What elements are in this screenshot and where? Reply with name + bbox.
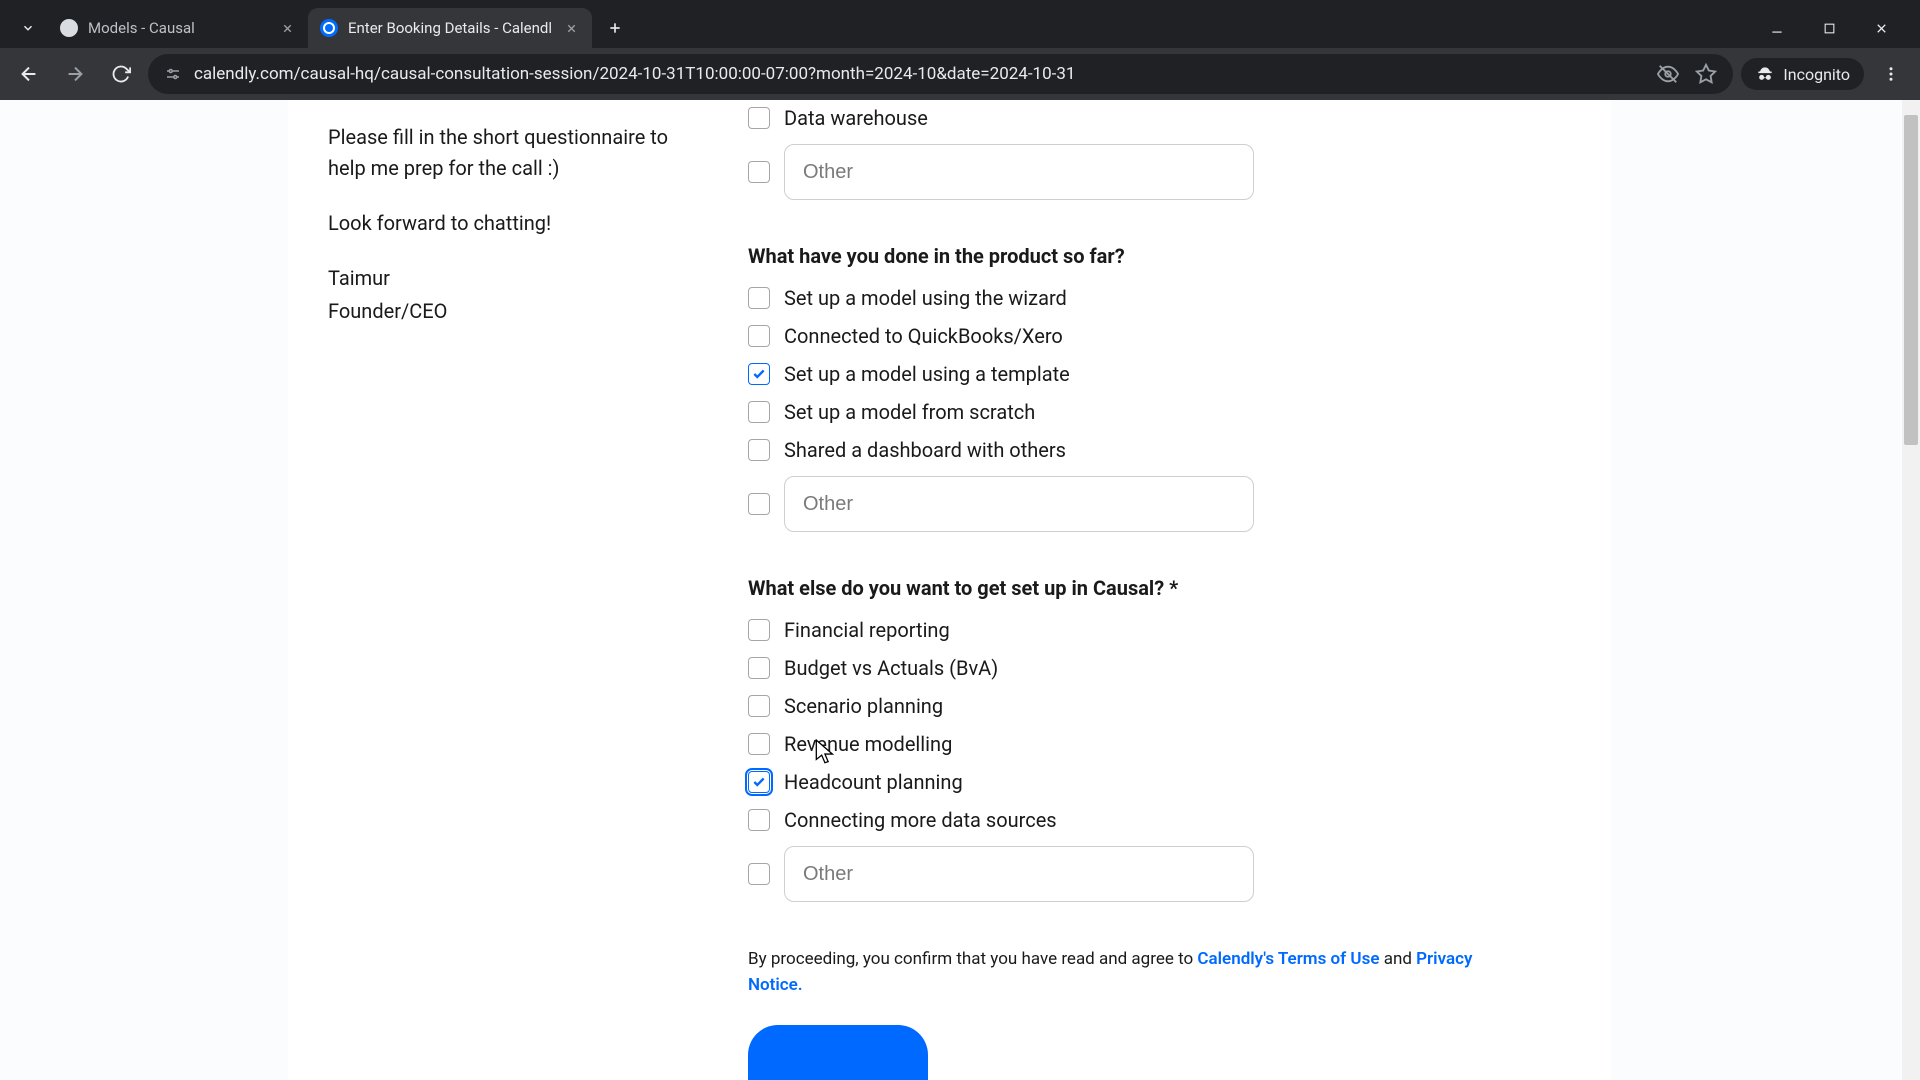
new-tab-button[interactable] <box>598 11 632 45</box>
tab-calendly[interactable]: Enter Booking Details - Calendl <box>308 8 592 48</box>
incognito-label: Incognito <box>1783 65 1850 84</box>
option-label: Set up a model using a template <box>784 362 1070 386</box>
checkbox[interactable] <box>748 325 770 347</box>
tab-models-causal[interactable]: Models - Causal <box>48 8 308 48</box>
checkbox[interactable] <box>748 619 770 641</box>
site-settings-icon[interactable] <box>164 65 182 83</box>
terms-link[interactable]: Calendly's Terms of Use <box>1197 949 1379 969</box>
bookmark-icon[interactable] <box>1695 63 1717 85</box>
signature-name: Taimur <box>328 263 708 294</box>
intro-paragraph-1: Please fill in the short questionnaire t… <box>328 122 708 184</box>
window-controls <box>1752 10 1912 46</box>
browser-menu-button[interactable] <box>1872 55 1910 93</box>
incognito-indicator[interactable]: Incognito <box>1741 58 1864 90</box>
other-input[interactable] <box>784 846 1254 902</box>
consent-prefix: By proceeding, you confirm that you have… <box>748 949 1197 969</box>
option-label: Connecting more data sources <box>784 808 1057 832</box>
option-data-warehouse[interactable]: Data warehouse <box>748 106 1531 130</box>
option-scratch[interactable]: Set up a model from scratch <box>748 400 1531 424</box>
option-bva[interactable]: Budget vs Actuals (BvA) <box>748 656 1531 680</box>
option-headcount[interactable]: Headcount planning <box>748 770 1531 794</box>
browser-toolbar: calendly.com/causal-hq/causal-consultati… <box>0 48 1920 100</box>
checkbox[interactable] <box>748 771 770 793</box>
option-label: Shared a dashboard with others <box>784 438 1066 462</box>
consent-text: By proceeding, you confirm that you have… <box>748 946 1531 999</box>
checkbox[interactable] <box>748 439 770 461</box>
checkbox[interactable] <box>748 657 770 679</box>
other-input[interactable] <box>784 476 1254 532</box>
option-other <box>748 846 1531 902</box>
tab-title: Enter Booking Details - Calendl <box>348 19 552 37</box>
option-label: Headcount planning <box>784 770 963 794</box>
address-bar[interactable]: calendly.com/causal-hq/causal-consultati… <box>148 54 1733 94</box>
minimize-button[interactable] <box>1752 10 1802 46</box>
option-label: Set up a model from scratch <box>784 400 1035 424</box>
forward-button[interactable] <box>56 55 94 93</box>
question-data-sources-tail: Data warehouse <box>748 106 1531 200</box>
option-label: Set up a model using the wizard <box>784 286 1067 310</box>
checkbox[interactable] <box>748 107 770 129</box>
checkbox[interactable] <box>748 287 770 309</box>
checkbox[interactable] <box>748 809 770 831</box>
checkbox[interactable] <box>748 695 770 717</box>
option-more-sources[interactable]: Connecting more data sources <box>748 808 1531 832</box>
calendly-card: Please fill in the short questionnaire t… <box>288 100 1611 1080</box>
checkbox[interactable] <box>748 493 770 515</box>
option-label: Financial reporting <box>784 618 950 642</box>
schedule-event-button[interactable] <box>748 1025 928 1080</box>
question-done-so-far: What have you done in the product so far… <box>748 244 1531 532</box>
option-quickbooks[interactable]: Connected to QuickBooks/Xero <box>748 324 1531 348</box>
option-label: Connected to QuickBooks/Xero <box>784 324 1063 348</box>
option-other <box>748 144 1531 200</box>
favicon-calendly <box>320 19 338 37</box>
page-viewport: Please fill in the short questionnaire t… <box>0 100 1920 1080</box>
consent-and: and <box>1379 949 1416 969</box>
eye-blocked-icon[interactable] <box>1657 63 1679 85</box>
option-financial-reporting[interactable]: Financial reporting <box>748 618 1531 642</box>
intro-paragraph-2: Look forward to chatting! <box>328 208 708 239</box>
tab-title: Models - Causal <box>88 19 268 37</box>
maximize-button[interactable] <box>1804 10 1854 46</box>
option-other <box>748 476 1531 532</box>
other-input[interactable] <box>784 144 1254 200</box>
option-scenario[interactable]: Scenario planning <box>748 694 1531 718</box>
tab-search-dropdown[interactable] <box>8 10 48 46</box>
option-wizard[interactable]: Set up a model using the wizard <box>748 286 1531 310</box>
browser-chrome: Models - Causal Enter Booking Details - … <box>0 0 1920 100</box>
option-revenue[interactable]: Revenue modelling <box>748 732 1531 756</box>
back-button[interactable] <box>10 55 48 93</box>
question-label: What else do you want to get set up in C… <box>748 576 1531 600</box>
favicon-causal <box>60 19 78 37</box>
checkbox[interactable] <box>748 733 770 755</box>
option-label: Budget vs Actuals (BvA) <box>784 656 998 680</box>
checkbox[interactable] <box>748 363 770 385</box>
checkbox[interactable] <box>748 161 770 183</box>
close-icon[interactable] <box>278 19 296 37</box>
option-label: Scenario planning <box>784 694 943 718</box>
reload-button[interactable] <box>102 55 140 93</box>
incognito-icon <box>1755 64 1775 84</box>
option-label: Revenue modelling <box>784 732 952 756</box>
question-what-else: What else do you want to get set up in C… <box>748 576 1531 902</box>
tab-strip: Models - Causal Enter Booking Details - … <box>0 0 1920 48</box>
question-label: What have you done in the product so far… <box>748 244 1531 268</box>
close-icon[interactable] <box>562 19 580 37</box>
option-template[interactable]: Set up a model using a template <box>748 362 1531 386</box>
checkbox[interactable] <box>748 401 770 423</box>
vertical-scrollbar[interactable] <box>1902 100 1920 1080</box>
event-description: Please fill in the short questionnaire t… <box>288 100 748 1080</box>
option-label: Data warehouse <box>784 106 928 130</box>
option-shared-dashboard[interactable]: Shared a dashboard with others <box>748 438 1531 462</box>
url-text: calendly.com/causal-hq/causal-consultati… <box>194 64 1645 84</box>
signature-role: Founder/CEO <box>328 296 708 327</box>
scrollbar-thumb[interactable] <box>1904 115 1918 445</box>
form-column: Data warehouse What have you done in the… <box>748 100 1611 1080</box>
checkbox[interactable] <box>748 863 770 885</box>
close-window-button[interactable] <box>1856 10 1906 46</box>
